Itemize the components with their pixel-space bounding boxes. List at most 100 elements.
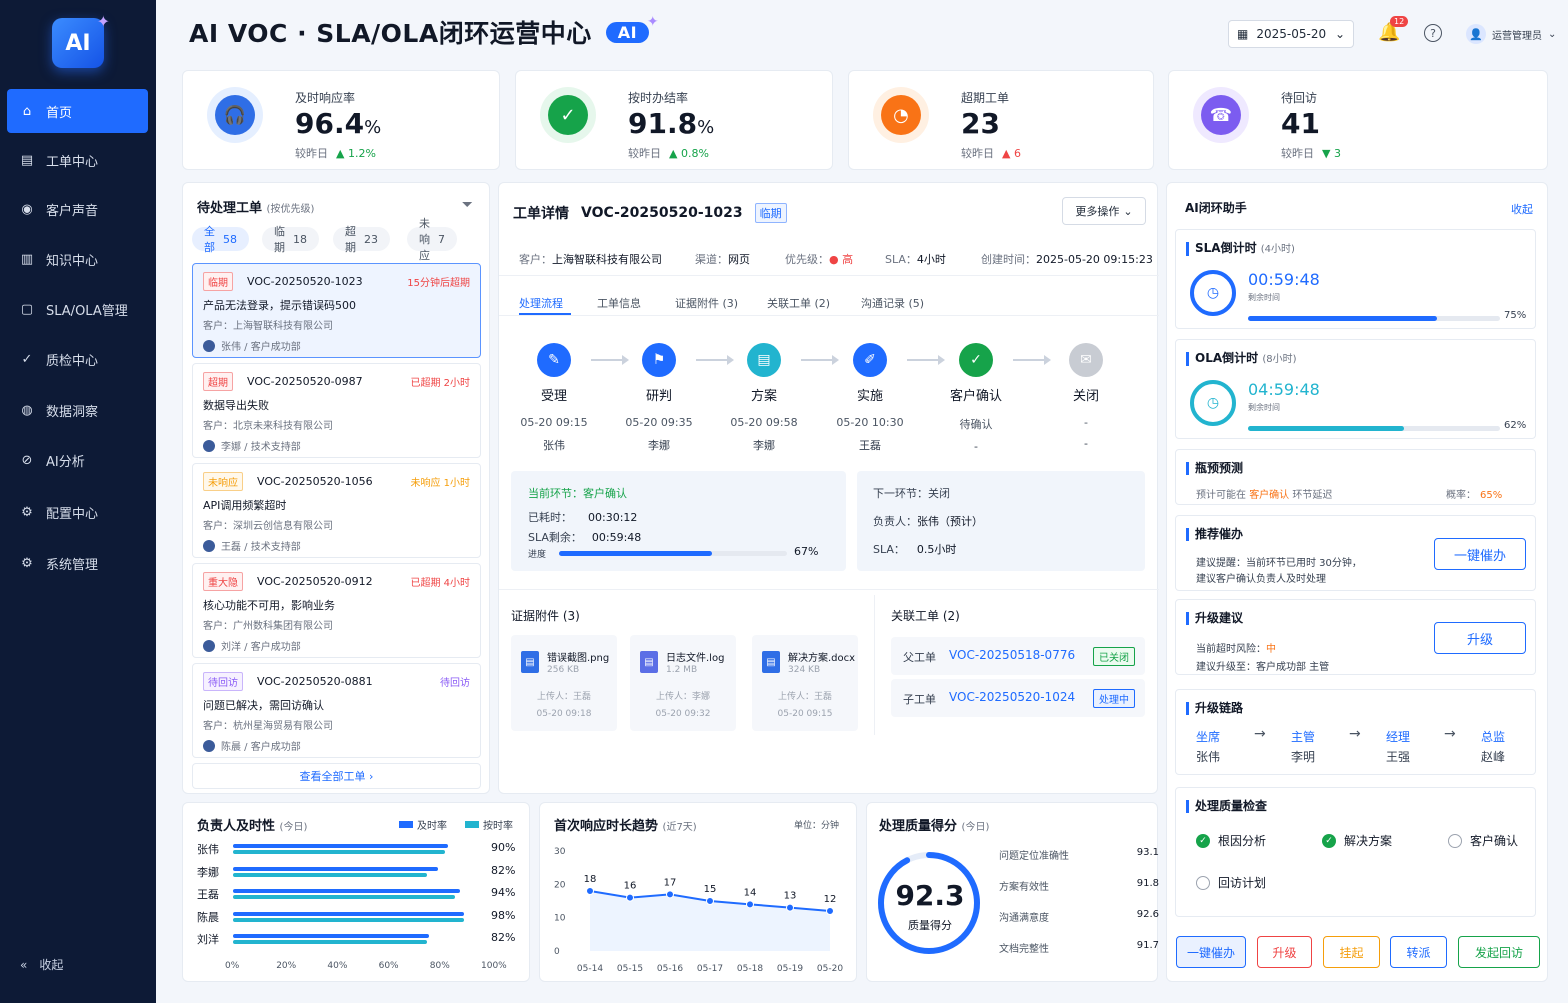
filter-tab-3[interactable]: 未响应 7 — [407, 217, 457, 262]
ticket-item[interactable]: 重大隐 VOC-20250520-0912 已超期 4小时 核心功能不可用，影响业务客… — [192, 563, 481, 658]
owner-name: 刘洋 — [197, 933, 219, 946]
ticket-tag: 未响应 — [203, 472, 243, 491]
page-title: AI VOC · SLA/OLA闭环运营中心 AI ✦ — [189, 13, 660, 49]
action-button-0[interactable]: 一键催办 — [1176, 936, 1246, 968]
action-button-1[interactable]: 升级 — [1257, 936, 1312, 968]
detail-tab-2[interactable]: 证据附件 (3) — [675, 295, 738, 311]
quality-check-item[interactable]: ✓ 根因分析 — [1196, 832, 1266, 849]
more-actions-button[interactable]: 更多操作 ⌄ — [1062, 197, 1146, 225]
sidebar-item-7[interactable]: ⊘ AI分析 — [7, 438, 148, 482]
filter-tab-0[interactable]: 全部 58 — [192, 225, 249, 254]
quality-check-item[interactable]: ✓ 解决方案 — [1322, 832, 1392, 849]
clock-icon: ◷ — [1190, 270, 1236, 316]
recommend-urge: 推荐催办 建议提醒：当前环节已用时 30分钟， 建议客户确认负责人及时处理 一键… — [1175, 515, 1536, 591]
phone-icon: ☎ — [1201, 95, 1241, 135]
quality-check-item[interactable]: 客户确认 — [1448, 832, 1518, 849]
x-tick-label: 40% — [327, 961, 348, 971]
bar-timely — [233, 934, 429, 938]
sidebar: AI ✦ ⌂ 首页 ▤ 工单中心 ◉ 客户声音 ▥ 知识中心 ▢ SLA/OLA管理 ✓ 质检中心 ◍ 数据… — [0, 0, 156, 1003]
sidebar-item-2[interactable]: ◉ 客户声音 — [7, 187, 148, 231]
ticket-item[interactable]: 未响应 VOC-20250520-1056 未响应 1小时 API调用频繁超时 客户：深… — [192, 463, 481, 558]
sidebar-item-9[interactable]: ⚙ 系统管理 — [7, 541, 148, 585]
detail-tab-1[interactable]: 工单信息 — [597, 295, 641, 311]
filter-tab-1[interactable]: 临期 18 — [262, 225, 319, 254]
sidebar-item-5[interactable]: ✓ 质检中心 — [7, 337, 148, 381]
kpi-value: 41 — [1281, 107, 1320, 140]
ticket-id: VOC-20250520-0881 — [257, 675, 373, 688]
ticket-status: 已超期 2小时 — [410, 378, 470, 389]
step-icon: ⚑ — [642, 343, 676, 377]
settings-icon: ⚙ — [21, 555, 33, 571]
ticket-status: 已超期 4小时 — [410, 578, 470, 589]
bell-icon[interactable]: 🔔 12 — [1378, 16, 1409, 43]
filter-tab-2[interactable]: 超期 23 — [333, 225, 390, 254]
detail-tab-3[interactable]: 关联工单 (2) — [767, 295, 830, 311]
arrow-right-icon: → — [1254, 726, 1266, 742]
sidebar-item-0[interactable]: ⌂ 首页 — [7, 89, 148, 133]
sidebar-item-1[interactable]: ▤ 工单中心 — [7, 138, 148, 182]
trend-point — [666, 890, 674, 899]
check-circle-icon: ✓ — [1322, 833, 1336, 848]
action-button-4[interactable]: 发起回访 — [1458, 936, 1540, 968]
sidebar-item-3[interactable]: ▥ 知识中心 — [7, 237, 148, 281]
detail-tab-4[interactable]: 沟通记录 (5) — [861, 295, 924, 311]
ticket-item[interactable]: 临期 VOC-20250520-1023 15分钟后超期 产品无法登录，提示错误码50… — [192, 263, 481, 358]
escalation-chain: 升级链路 坐席 张伟 → 主管 李明 → 经理 王强 → 总监 赵峰 — [1175, 689, 1536, 775]
status-badge: 已关闭 — [1093, 647, 1135, 666]
detail-tab-0[interactable]: 处理流程 — [519, 295, 563, 311]
chain-role: 主管 — [1291, 730, 1316, 744]
ai-icon: ⊘ — [21, 452, 33, 468]
trend-point — [626, 893, 634, 902]
sidebar-item-6[interactable]: ◍ 数据洞察 — [7, 388, 148, 432]
sparkle-icon: ✦ — [646, 13, 660, 30]
help-icon[interactable]: ? — [1424, 24, 1442, 42]
attachment-file[interactable]: ▤ 解决方案.docx 324 KB 上传人：王磊 05-20 09:15 — [752, 635, 858, 731]
ticket-detail-panel: 工单详情 VOC-20250520-1023 临期 更多操作 ⌄ 客户：上海智联科… — [498, 182, 1159, 794]
trend-line-chart: 30 20 10 0 18 05-14 16 05-15 17 05-16 15 05-17 14 05-… — [554, 847, 843, 974]
attachment-file[interactable]: ▤ 错误截图.png 256 KB 上传人：王磊 05-20 09:18 — [511, 635, 617, 731]
urge-button[interactable]: 一键催办 — [1434, 538, 1526, 570]
owner-bar-row: 刘洋 82% — [197, 931, 527, 951]
related-ticket-id[interactable]: VOC-20250520-1024 — [949, 690, 1075, 704]
sla-icon: ▢ — [20, 301, 34, 317]
filter-icon[interactable]: ⏷ — [462, 197, 473, 213]
divider — [499, 589, 1159, 590]
kpi-card-1: ✓ 按时办结率 91.8% 较昨日 ▲ 0.8% — [515, 70, 833, 170]
quality-check-item[interactable]: 回访计划 — [1196, 874, 1266, 891]
sidebar-item-4[interactable]: ▢ SLA/OLA管理 — [7, 287, 148, 331]
check-icon: ✓ — [21, 351, 33, 367]
sidebar-item-8[interactable]: ⚙ 配置中心 — [7, 490, 148, 534]
sla-countdown: SLA倒计时 (4小时) ◷ 00:59:48 剩余时间 75% — [1175, 229, 1536, 329]
escalate-button[interactable]: 升级 — [1434, 622, 1526, 654]
headset-icon: 🎧 — [215, 95, 255, 135]
ticket-title: 产品无法登录，提示错误码500 — [203, 299, 356, 312]
ticket-owner: 陈晨 / 客户成功部 — [221, 742, 301, 753]
quality-score-panel: 处理质量得分 (今日) 92.3 质量得分 问题定位准确性 93.1 方案有效性 91… — [866, 802, 1159, 982]
user-menu[interactable]: 👤 运营管理员 ⌄ — [1466, 24, 1556, 44]
x-tick-label: 20% — [276, 961, 297, 971]
quality-metric-row: 文档完整性 91.7 — [999, 940, 1159, 955]
attachment-file[interactable]: ▤ 日志文件.log 1.2 MB 上传人：李娜 05-20 09:32 — [630, 635, 736, 731]
quality-metric-row: 沟通满意度 92.6 — [999, 909, 1159, 924]
action-button-2[interactable]: 挂起 — [1323, 936, 1380, 968]
process-step: ⚑ 研判 05-20 09:35 李娜 — [624, 343, 694, 453]
chevron-down-icon: ⌄ — [1123, 204, 1133, 218]
calendar-icon: ▦ — [1237, 27, 1249, 41]
kpi-value: 96.4% — [295, 107, 382, 140]
sidebar-collapse-button[interactable]: «收起 — [20, 956, 63, 973]
ticket-item[interactable]: 超期 VOC-20250520-0987 已超期 2小时 数据导出失败 客户：北京未来科… — [192, 363, 481, 458]
view-all-tickets-link[interactable]: 查看全部工单 › — [192, 763, 481, 789]
related-ticket[interactable]: 子工单 VOC-20250520-1024 处理中 — [891, 679, 1145, 717]
ticket-item[interactable]: 待回访 VOC-20250520-0881 待回访 问题已解决，需回访确认 客户：杭州星… — [192, 663, 481, 758]
app-logo[interactable]: AI ✦ — [52, 12, 110, 68]
chain-role: 经理 — [1386, 730, 1411, 744]
bar-value-label: 98% — [491, 908, 516, 922]
related-ticket-id[interactable]: VOC-20250518-0776 — [949, 648, 1075, 662]
chain-role: 总监 — [1481, 730, 1506, 744]
related-ticket[interactable]: 父工单 VOC-20250518-0776 已关闭 — [891, 637, 1145, 675]
kpi-value: 91.8% — [628, 107, 715, 140]
date-picker[interactable]: ▦ 2025-05-20 ⌄ — [1228, 20, 1354, 48]
ai-collapse-link[interactable]: 收起 — [1511, 201, 1533, 217]
action-button-3[interactable]: 转派 — [1390, 936, 1447, 968]
chain-role: 坐席 — [1196, 730, 1221, 744]
